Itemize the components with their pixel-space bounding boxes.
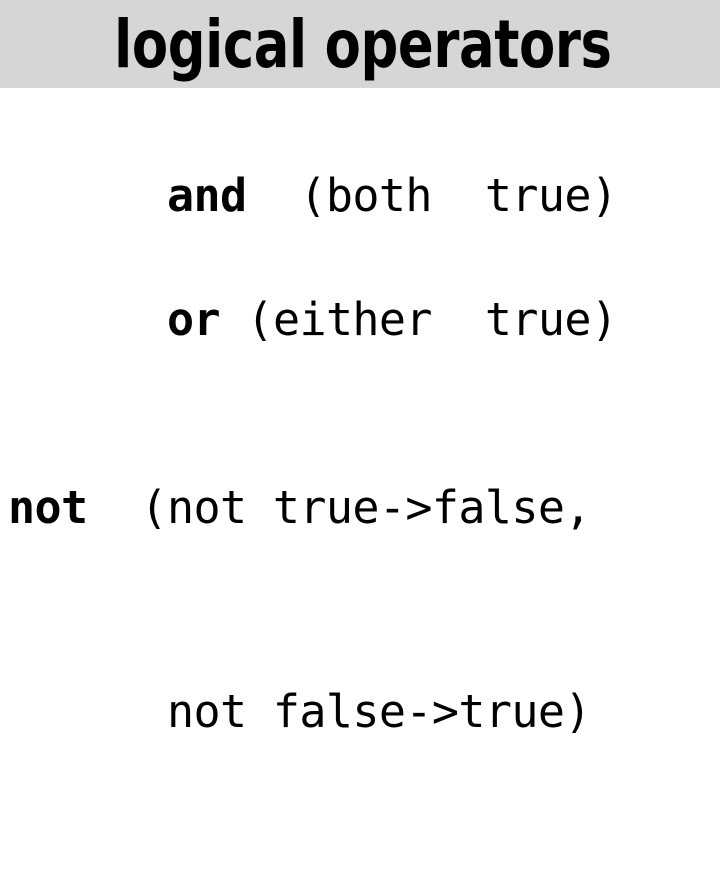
operator-keyword-not: not	[8, 481, 88, 534]
operator-description-and: (both true)	[246, 169, 618, 222]
slide: logical operators and (both true) or (ei…	[0, 0, 720, 738]
operator-line-not: not (not true->false, not false->true)	[8, 338, 591, 882]
slide-body: and (both true) or (either true) not (no…	[0, 88, 720, 738]
operator-description-not: (not true->false,	[87, 481, 591, 534]
operator-line-not-row1: not (not true->false,	[8, 474, 591, 542]
operator-keyword-and: and	[166, 169, 247, 222]
page-title: logical operators	[114, 6, 612, 83]
title-band: logical operators	[0, 0, 720, 88]
operator-description-not-continuation: not false->true)	[8, 685, 591, 738]
